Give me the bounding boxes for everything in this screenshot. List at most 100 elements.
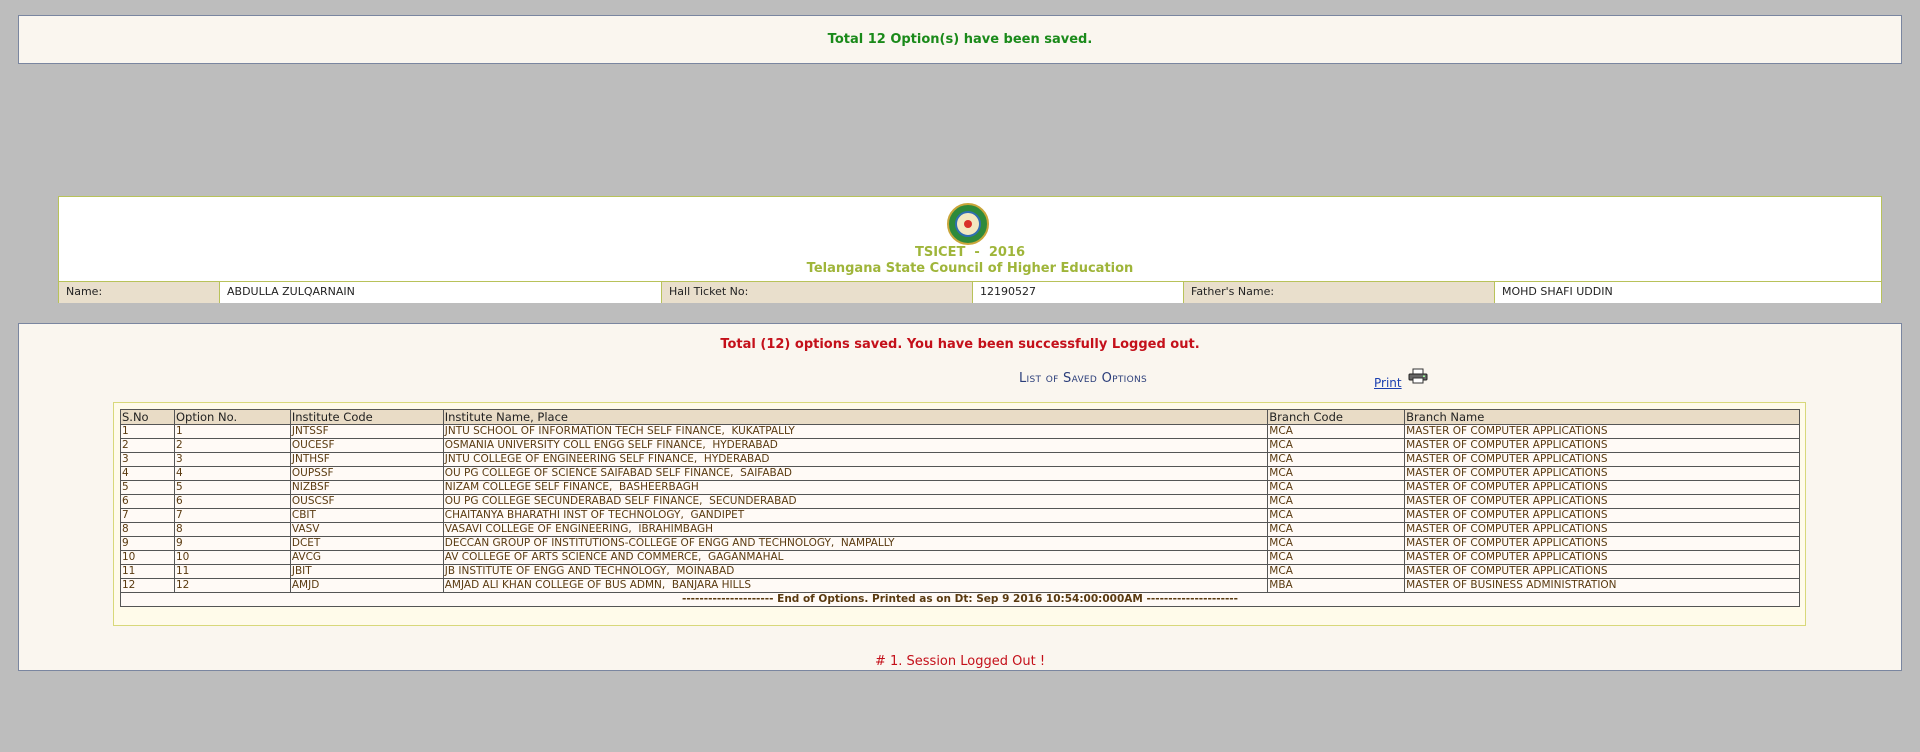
table-cell: VASAVI COLLEGE OF ENGINEERING, IBRAHIMBA…	[442, 522, 1269, 537]
table-row: 2 2 OUCESF OSMANIA UNIVERSITY COLL ENGG SEL…	[120, 438, 1800, 453]
table-cell: 11	[120, 564, 175, 579]
column-header: S.No	[120, 409, 175, 425]
table-cell: OU PG COLLEGE OF SCIENCE SAIFABAD SELF F…	[442, 466, 1269, 481]
table-cell: MASTER OF BUSINESS ADMINISTRATION	[1404, 578, 1800, 593]
save-status-banner: Total 12 Option(s) have been saved.	[18, 15, 1902, 64]
table-cell: 5	[173, 480, 291, 495]
candidate-info-row: Name: ABDULLA ZULQARNAIN Hall Ticket No:…	[59, 281, 1881, 303]
table-cell: 8	[173, 522, 291, 537]
table-cell: MCA	[1267, 508, 1406, 523]
options-table-container: S.No Option No. Institute Code Institute…	[113, 402, 1806, 626]
table-cell: MASTER OF COMPUTER APPLICATIONS	[1404, 536, 1800, 551]
table-cell: DCET	[289, 536, 444, 551]
table-row: 9 9 DCET DECCAN GROUP OF INSTITUTIONS-COLLE…	[120, 536, 1800, 551]
table-cell: MCA	[1267, 480, 1406, 495]
table-cell: NIZAM COLLEGE SELF FINANCE, BASHEERBAGH	[442, 480, 1269, 495]
table-cell: MCA	[1267, 494, 1406, 509]
table-cell: 12	[120, 578, 175, 593]
table-cell: 11	[173, 564, 291, 579]
end-of-options-text: --------------------- End of Options. Pr…	[120, 592, 1800, 607]
table-cell: MASTER OF COMPUTER APPLICATIONS	[1404, 480, 1800, 495]
name-label: Name:	[59, 282, 220, 303]
table-cell: 6	[120, 494, 175, 509]
table-cell: MCA	[1267, 466, 1406, 481]
save-status-message: Total 12 Option(s) have been saved.	[827, 32, 1093, 47]
table-cell: DECCAN GROUP OF INSTITUTIONS-COLLEGE OF …	[442, 536, 1269, 551]
table-cell: VASV	[289, 522, 444, 537]
table-cell: 12	[173, 578, 291, 593]
table-row: 4 4 OUPSSF OU PG COLLEGE OF SCIENCE SAIFABA…	[120, 466, 1800, 481]
table-cell: MBA	[1267, 578, 1406, 593]
list-title: List of Saved Options	[1019, 371, 1148, 386]
table-cell: OU PG COLLEGE SECUNDERABAD SELF FINANCE,…	[442, 494, 1269, 509]
table-cell: 6	[173, 494, 291, 509]
table-header-row: S.No Option No. Institute Code Institute…	[120, 409, 1800, 425]
table-cell: 9	[120, 536, 175, 551]
table-cell: 2	[173, 438, 291, 453]
printer-icon[interactable]	[1408, 368, 1428, 384]
hall-ticket-label: Hall Ticket No:	[662, 282, 973, 303]
table-cell: 1	[120, 424, 175, 439]
column-header: Institute Name, Place	[442, 409, 1269, 425]
table-cell: AV COLLEGE OF ARTS SCIENCE AND COMMERCE,…	[442, 550, 1269, 565]
table-cell: MCA	[1267, 536, 1406, 551]
table-cell: MCA	[1267, 424, 1406, 439]
print-link[interactable]: Print	[1374, 376, 1402, 390]
council-name: Telangana State Council of Higher Educat…	[806, 261, 1134, 276]
table-cell: JBIT	[289, 564, 444, 579]
table-cell: MCA	[1267, 550, 1406, 565]
council-logo	[947, 203, 989, 245]
table-cell: 3	[120, 452, 175, 467]
table-row: 12 12 AMJD AMJAD ALI KHAN COLLEGE OF BUS AD…	[120, 578, 1800, 593]
table-cell: 4	[120, 466, 175, 481]
table-cell: 3	[173, 452, 291, 467]
table-cell: 2	[120, 438, 175, 453]
table-cell: JNTSSF	[289, 424, 444, 439]
table-cell: AVCG	[289, 550, 444, 565]
table-cell: OUSCSF	[289, 494, 444, 509]
table-cell: NIZBSF	[289, 480, 444, 495]
table-cell: MCA	[1267, 564, 1406, 579]
table-cell: MASTER OF COMPUTER APPLICATIONS	[1404, 508, 1800, 523]
table-cell: MASTER OF COMPUTER APPLICATIONS	[1404, 564, 1800, 579]
table-end-row: --------------------- End of Options. Pr…	[120, 592, 1800, 607]
table-cell: MASTER OF COMPUTER APPLICATIONS	[1404, 550, 1800, 565]
table-cell: 5	[120, 480, 175, 495]
table-row: 3 3 JNTHSF JNTU COLLEGE OF ENGINEERING SELF…	[120, 452, 1800, 467]
table-cell: AMJAD ALI KHAN COLLEGE OF BUS ADMN, BANJ…	[442, 578, 1269, 593]
table-row: 11 11 JBIT JB INSTITUTE OF ENGG AND TECHNOL…	[120, 564, 1800, 579]
table-cell: MASTER OF COMPUTER APPLICATIONS	[1404, 522, 1800, 537]
saved-options-panel: Total (12) options saved. You have been …	[18, 323, 1902, 671]
father-name-value: MOHD SHAFI UDDIN	[1495, 282, 1881, 303]
table-cell: MCA	[1267, 452, 1406, 467]
table-cell: MASTER OF COMPUTER APPLICATIONS	[1404, 494, 1800, 509]
candidate-header: TSICET - 2016 Telangana State Council of…	[58, 196, 1882, 303]
table-cell: 9	[173, 536, 291, 551]
table-cell: MCA	[1267, 522, 1406, 537]
table-cell: CBIT	[289, 508, 444, 523]
table-cell: JB INSTITUTE OF ENGG AND TECHNOLOGY, MOI…	[442, 564, 1269, 579]
table-cell: MASTER OF COMPUTER APPLICATIONS	[1404, 438, 1800, 453]
column-header: Branch Code	[1267, 409, 1406, 425]
table-cell: MCA	[1267, 438, 1406, 453]
table-row: 6 6 OUSCSF OU PG COLLEGE SECUNDERABAD SELF …	[120, 494, 1800, 509]
table-cell: OSMANIA UNIVERSITY COLL ENGG SELF FINANC…	[442, 438, 1269, 453]
table-cell: MASTER OF COMPUTER APPLICATIONS	[1404, 424, 1800, 439]
table-cell: OUPSSF	[289, 466, 444, 481]
table-row: 1 1 JNTSSF JNTU SCHOOL OF INFORMATION TECH …	[120, 424, 1800, 439]
column-header: Branch Name	[1404, 409, 1800, 425]
table-cell: 7	[120, 508, 175, 523]
table-cell: OUCESF	[289, 438, 444, 453]
column-header: Institute Code	[289, 409, 444, 425]
column-header: Option No.	[173, 409, 291, 425]
table-cell: MASTER OF COMPUTER APPLICATIONS	[1404, 466, 1800, 481]
table-cell: 8	[120, 522, 175, 537]
table-row: 7 7 CBIT CHAITANYA BHARATHI INST OF TECHNOL…	[120, 508, 1800, 523]
table-row: 8 8 VASV VASAVI COLLEGE OF ENGINEERING, IBR…	[120, 522, 1800, 537]
table-cell: JNTHSF	[289, 452, 444, 467]
table-cell: CHAITANYA BHARATHI INST OF TECHNOLOGY, G…	[442, 508, 1269, 523]
exam-title: TSICET - 2016	[914, 245, 1026, 260]
saved-options-table: S.No Option No. Institute Code Institute…	[120, 409, 1800, 607]
father-name-label: Father's Name:	[1184, 282, 1495, 303]
table-cell: 7	[173, 508, 291, 523]
